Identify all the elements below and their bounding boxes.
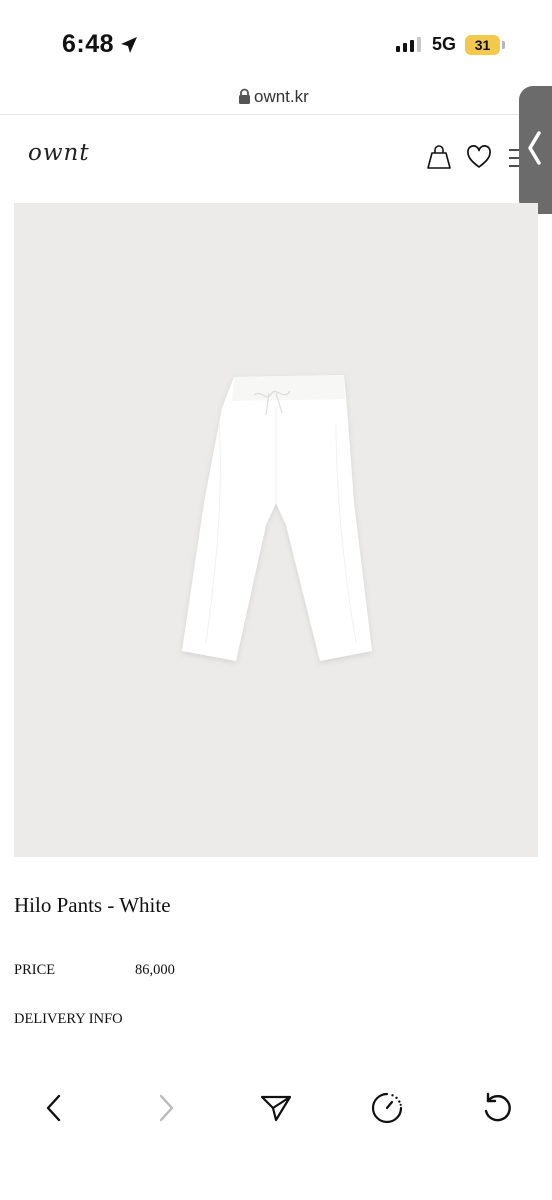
heart-icon[interactable]	[466, 145, 492, 174]
location-arrow-icon	[119, 35, 139, 60]
battery-cap	[502, 41, 505, 49]
shopping-bag-icon[interactable]	[425, 143, 453, 176]
status-time: 6:48	[62, 30, 115, 58]
battery-icon: 31	[465, 35, 500, 55]
share-icon[interactable]	[256, 1088, 296, 1128]
product-image[interactable]	[14, 203, 538, 857]
timer-icon[interactable]	[367, 1088, 407, 1128]
signal-bars-icon	[396, 36, 421, 52]
site-logo[interactable]: ownt	[28, 140, 90, 166]
status-bar: 6:48 5G 31	[0, 0, 552, 80]
product-title: Hilo Pants - White	[14, 893, 171, 917]
url-text[interactable]: ownt.kr	[254, 87, 309, 107]
reload-icon[interactable]	[477, 1088, 517, 1128]
forward-icon[interactable]	[146, 1088, 186, 1128]
network-label: 5G	[432, 34, 457, 54]
side-tab[interactable]	[519, 86, 552, 214]
pants-illustration	[182, 375, 372, 661]
browser-toolbar	[0, 1070, 552, 1200]
lock-icon	[238, 88, 251, 110]
chevron-left-icon	[526, 130, 542, 171]
url-bar[interactable]: ownt.kr	[0, 80, 552, 115]
price-label: PRICE	[14, 962, 56, 978]
price-value: 86,000	[135, 962, 175, 978]
back-icon[interactable]	[34, 1088, 74, 1128]
site-header: ownt	[0, 115, 552, 200]
delivery-info-link[interactable]: DELIVERY INFO	[14, 1011, 123, 1028]
